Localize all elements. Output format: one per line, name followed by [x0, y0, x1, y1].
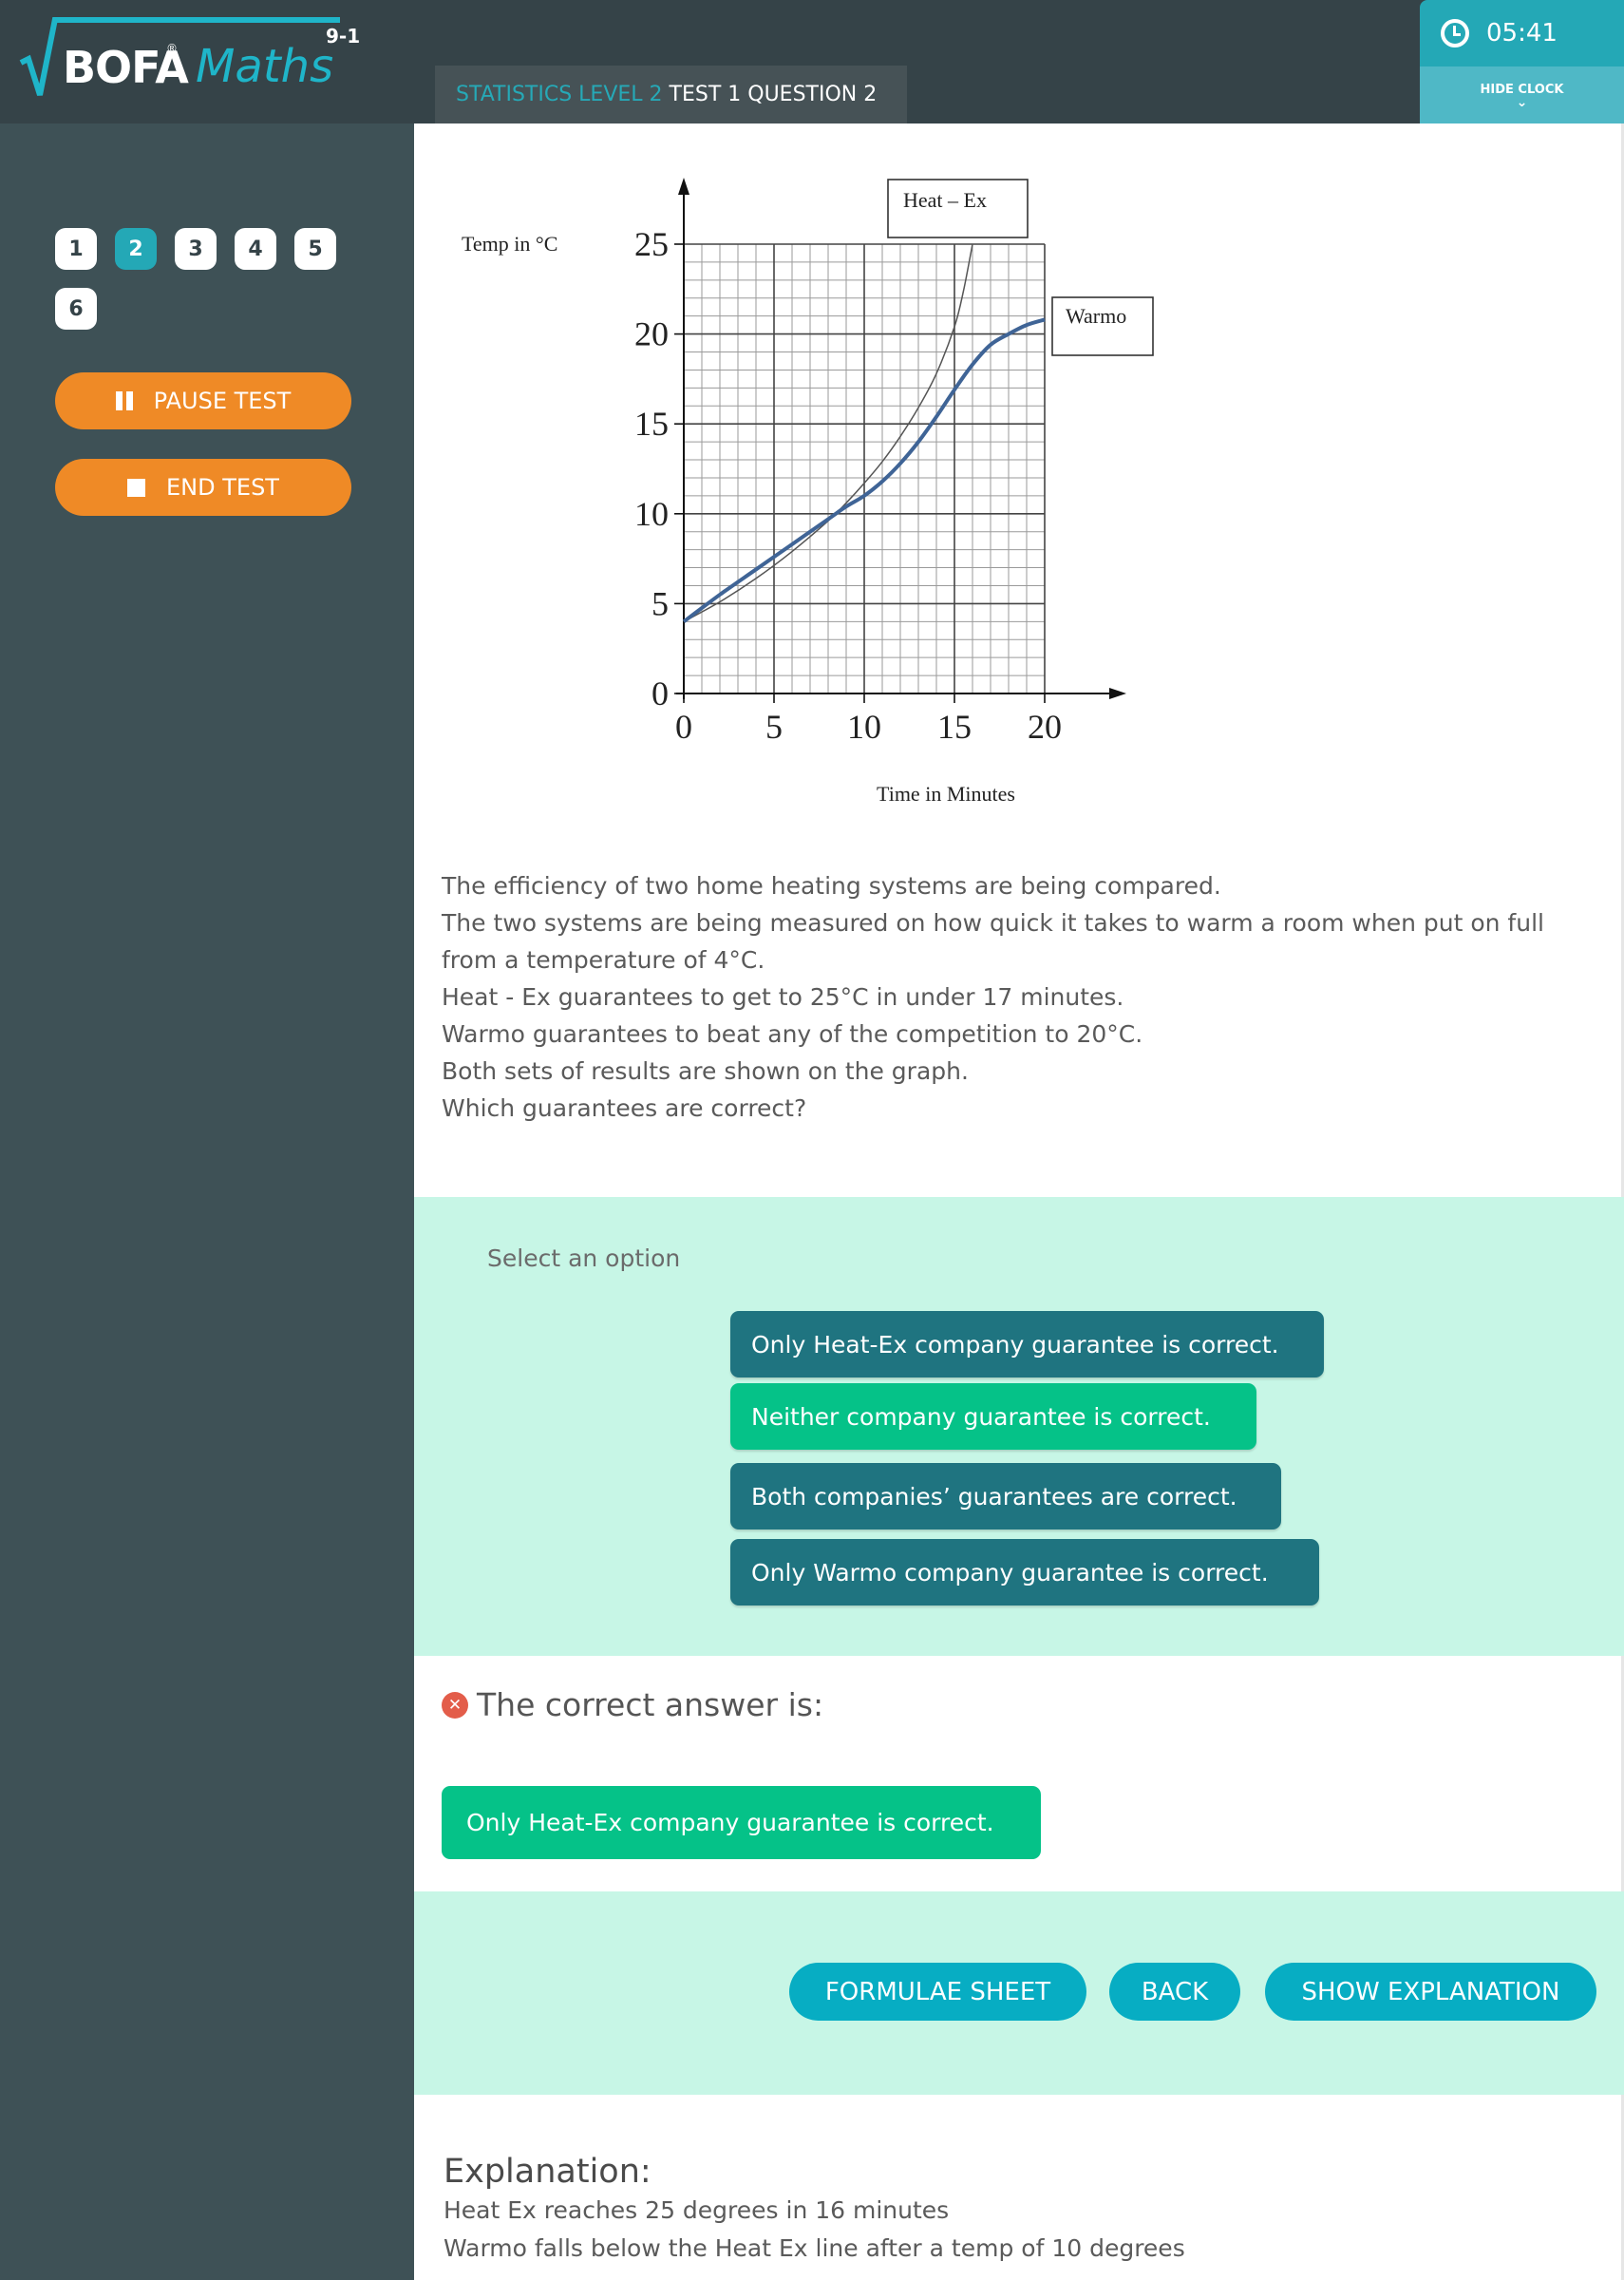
actions-panel: FORMULAE SHEET BACK SHOW EXPLANATION — [414, 1891, 1624, 2095]
question-line: from a temperature of 4°C. — [442, 946, 765, 974]
correct-answer-heading-text: The correct answer is: — [477, 1686, 824, 1723]
x-axis-arrow-icon — [1109, 688, 1126, 699]
question-nav-2[interactable]: 2 — [115, 228, 157, 270]
square-root-icon — [19, 17, 66, 96]
option-warmo-only[interactable]: Only Warmo company guarantee is correct. — [730, 1539, 1319, 1606]
explanation-line: Warmo falls below the Heat Ex line after… — [444, 2234, 1185, 2262]
question-line: Heat - Ex guarantees to get to 25°C in u… — [442, 983, 1124, 1011]
y-tick-label: 5 — [651, 584, 669, 622]
end-test-button[interactable]: END TEST — [55, 459, 351, 516]
test-title-tab: STATISTICS LEVEL 2 TEST 1 QUESTION 2 — [435, 66, 907, 124]
registered-mark: ® — [166, 42, 178, 55]
clock-icon — [1441, 19, 1469, 48]
test-question-label: TEST 1 QUESTION 2 — [669, 83, 878, 106]
x-tick-label: 20 — [1028, 708, 1062, 746]
logo-grade: 9-1 — [326, 25, 361, 48]
options-panel: Select an option Only Heat-Ex company gu… — [414, 1197, 1624, 1656]
clock-widget: 05:41 HIDE CLOCK ⌄ — [1420, 0, 1624, 124]
back-button[interactable]: BACK — [1109, 1963, 1240, 2021]
chart-svg: 0 5 10 15 20 0 5 10 15 20 25 Heat – Ex Warmo Temp in… — [462, 178, 1154, 806]
top-header: BOFA ® Maths 9-1 STATISTICS LEVEL 2 TEST… — [0, 0, 1624, 124]
bofa-maths-logo[interactable]: BOFA ® Maths 9-1 — [19, 17, 361, 103]
y-tick-label: 20 — [634, 315, 669, 353]
error-x-icon: ✕ — [442, 1691, 468, 1719]
temperature-chart: 0 5 10 15 20 0 5 10 15 20 25 Heat – Ex Warmo Temp in… — [414, 124, 1624, 826]
hide-clock-button[interactable]: HIDE CLOCK ⌄ — [1420, 66, 1624, 124]
clock-time: 05:41 — [1486, 19, 1558, 48]
pause-test-button[interactable]: PAUSE TEST — [55, 372, 351, 429]
question-line: Warmo guarantees to beat any of the comp… — [442, 1020, 1143, 1048]
explanation-heading: Explanation: — [444, 2153, 651, 2191]
question-nav-5[interactable]: 5 — [294, 228, 336, 270]
x-axis-label: Time in Minutes — [877, 782, 1015, 806]
clock-display: 05:41 — [1420, 0, 1624, 66]
correct-answer-heading: ✕ The correct answer is: — [442, 1686, 823, 1723]
y-tick-label: 15 — [634, 405, 669, 443]
y-axis-arrow-icon — [678, 178, 689, 195]
y-tick-label: 25 — [634, 225, 669, 263]
x-tick-label: 0 — [675, 708, 692, 746]
chart-axes — [676, 178, 1126, 699]
end-test-label: END TEST — [166, 474, 279, 501]
pause-test-label: PAUSE TEST — [153, 388, 292, 414]
logo-product: Maths — [196, 40, 334, 93]
select-option-prompt: Select an option — [487, 1244, 681, 1272]
question-nav-4[interactable]: 4 — [235, 228, 276, 270]
show-explanation-button[interactable]: SHOW EXPLANATION — [1265, 1963, 1596, 2021]
chevron-down-icon: ⌄ — [1516, 94, 1528, 110]
question-nav-1[interactable]: 1 — [55, 228, 97, 270]
question-nav-3[interactable]: 3 — [175, 228, 217, 270]
option-both[interactable]: Both companies’ guarantees are correct. — [730, 1463, 1281, 1530]
pause-icon — [115, 391, 133, 410]
correct-answer-box: Only Heat-Ex company guarantee is correc… — [442, 1786, 1041, 1859]
explanation-line: Heat Ex reaches 25 degrees in 16 minutes — [444, 2196, 950, 2224]
stop-icon — [127, 478, 146, 497]
option-neither[interactable]: Neither company guarantee is correct. — [730, 1383, 1256, 1450]
y-tick-label: 0 — [651, 674, 669, 712]
question-line: Which guarantees are correct? — [442, 1094, 807, 1122]
option-heat-ex-only[interactable]: Only Heat-Ex company guarantee is correc… — [730, 1311, 1324, 1378]
formulae-sheet-button[interactable]: FORMULAE SHEET — [789, 1963, 1086, 2021]
tick-labels: 0 5 10 15 20 0 5 10 15 20 25 — [634, 225, 1062, 746]
warmo-label: Warmo — [1066, 304, 1126, 328]
question-line: The efficiency of two home heating syste… — [442, 872, 1221, 900]
test-topic: STATISTICS LEVEL 2 — [456, 83, 663, 106]
question-nav-6[interactable]: 6 — [55, 288, 97, 330]
heat-ex-label: Heat – Ex — [903, 188, 987, 212]
y-axis-label: Temp in °C — [462, 232, 557, 256]
question-line: The two systems are being measured on ho… — [442, 909, 1544, 937]
x-tick-label: 10 — [847, 708, 881, 746]
sidebar: 1 2 3 4 5 6 PAUSE TEST END TEST — [0, 124, 414, 2280]
question-content: 0 5 10 15 20 0 5 10 15 20 25 Heat – Ex Warmo Temp in… — [414, 124, 1624, 2280]
question-line: Both sets of results are shown on the gr… — [442, 1057, 969, 1085]
x-tick-label: 15 — [937, 708, 972, 746]
x-tick-label: 5 — [765, 708, 783, 746]
question-text: The efficiency of two home heating syste… — [442, 867, 1619, 1127]
y-tick-label: 10 — [634, 495, 669, 533]
